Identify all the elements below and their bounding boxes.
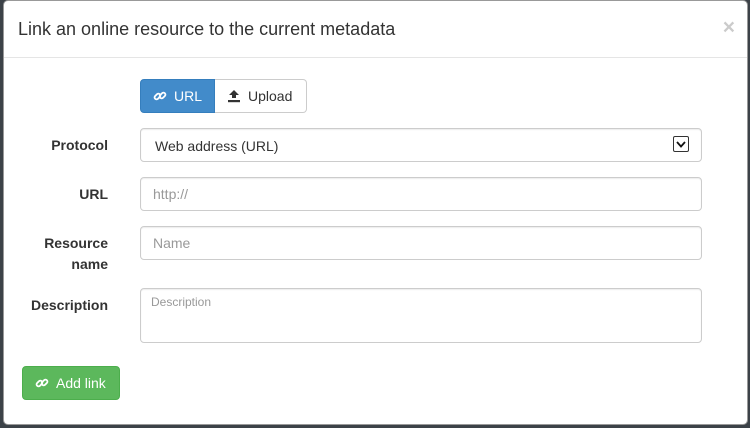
resource-name-input[interactable] bbox=[140, 226, 702, 260]
resource-name-label: Resource name bbox=[44, 233, 108, 275]
protocol-select[interactable]: Web address (URL) bbox=[140, 128, 702, 162]
link-resource-dialog: Link an online resource to the current m… bbox=[3, 0, 748, 425]
url-input[interactable] bbox=[140, 177, 702, 211]
add-link-label: Add link bbox=[56, 375, 106, 391]
chevron-down-icon bbox=[673, 136, 689, 152]
upload-mode-label: Upload bbox=[248, 88, 293, 104]
upload-mode-button[interactable]: Upload bbox=[215, 79, 307, 113]
protocol-label: Protocol bbox=[51, 137, 108, 153]
resource-name-label-line1: Resource bbox=[44, 235, 108, 251]
dialog-header: Link an online resource to the current m… bbox=[4, 1, 747, 58]
mode-toggle-group: URL Upload bbox=[140, 79, 307, 113]
close-button[interactable]: × bbox=[723, 17, 735, 38]
description-label: Description bbox=[30, 297, 108, 313]
upload-icon bbox=[227, 89, 241, 103]
url-label: URL bbox=[79, 186, 108, 202]
protocol-selected-value: Web address (URL) bbox=[155, 138, 279, 154]
link-icon bbox=[35, 376, 49, 390]
url-mode-label: URL bbox=[174, 88, 203, 104]
url-mode-button[interactable]: URL bbox=[140, 79, 215, 113]
resource-name-label-line2: name bbox=[71, 256, 108, 272]
dialog-title: Link an online resource to the current m… bbox=[18, 19, 396, 39]
link-icon bbox=[153, 89, 167, 103]
description-textarea[interactable] bbox=[140, 288, 702, 343]
add-link-button[interactable]: Add link bbox=[22, 366, 120, 400]
